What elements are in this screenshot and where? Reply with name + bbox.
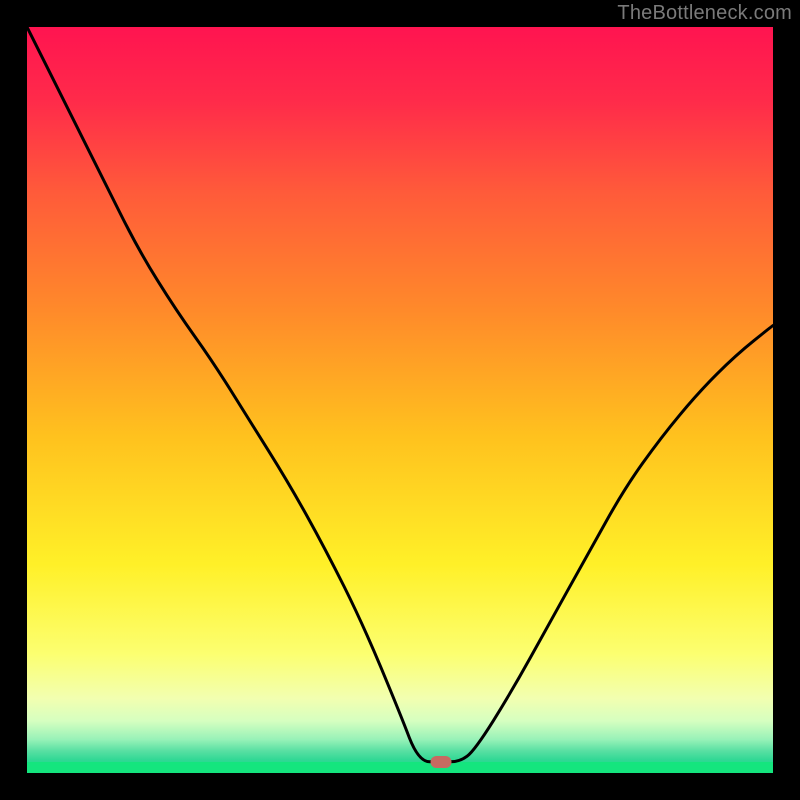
- chart-frame: TheBottleneck.com: [0, 0, 800, 800]
- optimal-marker: [431, 756, 452, 768]
- plot-area: [27, 27, 773, 773]
- bottleneck-curve: [27, 27, 773, 773]
- watermark-text: TheBottleneck.com: [617, 2, 792, 25]
